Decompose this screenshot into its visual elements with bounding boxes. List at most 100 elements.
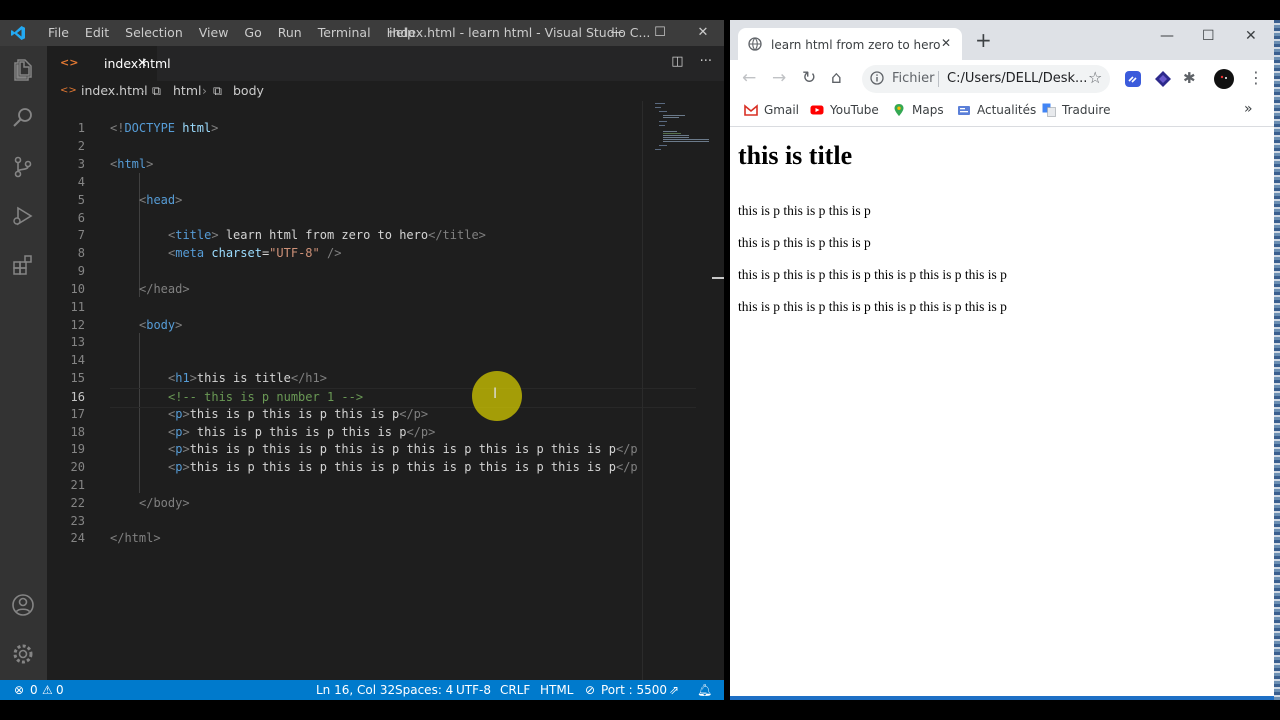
- address-scheme-label: Fichier: [892, 71, 935, 86]
- address-bar[interactable]: Fichier C:/Users/DELL/Desk... ☆: [862, 65, 1110, 93]
- page-heading: this is title: [738, 141, 853, 170]
- browser-bottom-border: [730, 696, 1274, 700]
- account-icon[interactable]: [11, 593, 35, 617]
- status-bar: ⊗ 0 ⚠ 0 Ln 16, Col 32 Spaces: 4 UTF-8 CR…: [0, 680, 724, 700]
- scroll-position-marker: [712, 277, 724, 279]
- back-icon[interactable]: ←: [742, 68, 756, 88]
- tab-close-icon[interactable]: ✕: [137, 55, 147, 70]
- tab-index-html[interactable]: <> index.html ✕: [47, 46, 171, 81]
- minimize-icon[interactable]: —: [597, 20, 637, 46]
- bookmarks-overflow-icon[interactable]: »: [1244, 101, 1253, 117]
- forward-icon[interactable]: →: [772, 68, 786, 88]
- close-window-icon[interactable]: ✕: [683, 20, 723, 46]
- feedback-icon[interactable]: ⇗: [669, 683, 679, 697]
- code-line: 7 <title> learn html from zero to hero</t…: [77, 228, 486, 242]
- code-editor[interactable]: 1 <!DOCTYPE html> 2 3 <html> 4 5 <head> 6 7…: [47, 101, 724, 680]
- element-icon: ⧉: [213, 83, 222, 98]
- menu-file[interactable]: File: [40, 20, 77, 46]
- browser-window: learn html from zero to hero ✕ + — ☐ ✕ ←…: [730, 20, 1274, 696]
- code-line: 3 <html>: [77, 157, 154, 171]
- language-mode[interactable]: HTML: [540, 683, 573, 697]
- warning-icon[interactable]: ⚠: [42, 683, 53, 697]
- browser-tab-close-icon[interactable]: ✕: [941, 36, 951, 50]
- menu-go[interactable]: Go: [236, 20, 269, 46]
- more-actions-icon[interactable]: ···: [700, 54, 712, 69]
- minimize-icon[interactable]: —: [1160, 28, 1174, 44]
- notifications-bell-icon[interactable]: 🔔︎: [697, 683, 712, 697]
- menu-edit[interactable]: Edit: [77, 20, 117, 46]
- warning-count[interactable]: 0: [56, 683, 64, 697]
- minimap[interactable]: [642, 101, 711, 680]
- bookmark-maps[interactable]: Maps: [892, 103, 944, 117]
- gmail-icon: [744, 104, 758, 116]
- error-icon[interactable]: ⊗: [14, 683, 24, 697]
- extension-link-icon[interactable]: [1124, 70, 1142, 88]
- page-paragraph: this is p this is p this is p: [738, 235, 871, 250]
- activity-bar: [0, 46, 47, 680]
- bookmark-label: YouTube: [830, 103, 879, 117]
- bookmark-youtube[interactable]: YouTube: [810, 103, 879, 117]
- chevron-right-icon: ›: [202, 83, 207, 98]
- code-line: 11: [70, 300, 85, 314]
- bookmark-actualites[interactable]: Actualités: [957, 103, 1036, 117]
- home-icon[interactable]: ⌂: [831, 68, 842, 88]
- encoding[interactable]: UTF-8: [456, 683, 491, 697]
- chevron-right-icon: ›: [140, 83, 145, 98]
- source-control-icon[interactable]: [11, 155, 35, 179]
- extensions-icon[interactable]: [11, 253, 35, 277]
- maximize-icon[interactable]: ☐: [1202, 28, 1215, 44]
- element-icon: ⧉: [152, 83, 161, 98]
- code-line: 24 </html>: [70, 531, 161, 545]
- screen-edge-strip: [1274, 20, 1280, 700]
- bookmark-star-icon[interactable]: ☆: [1088, 68, 1102, 87]
- address-separator: [938, 71, 939, 87]
- menu-run[interactable]: Run: [270, 20, 310, 46]
- profile-avatar-icon[interactable]: [1214, 69, 1234, 89]
- browser-toolbar: ← → ↻ ⌂ Fichier C:/Users/DELL/Desk... ☆ …: [730, 60, 1274, 98]
- extensions-puzzle-icon[interactable]: ✱: [1183, 69, 1196, 87]
- run-debug-icon[interactable]: [11, 204, 35, 228]
- extension-diamond-icon[interactable]: [1154, 70, 1172, 88]
- menu-view[interactable]: View: [191, 20, 237, 46]
- page-paragraph: this is p this is p this is p: [738, 203, 871, 218]
- maximize-icon[interactable]: ☐: [640, 20, 680, 46]
- code-line: 12 <body>: [70, 318, 183, 332]
- bookmark-label: Actualités: [977, 103, 1037, 117]
- settings-gear-icon[interactable]: [11, 642, 35, 666]
- code-line: 13: [70, 335, 85, 349]
- browser-tab[interactable]: learn html from zero to hero ✕: [738, 28, 962, 60]
- code-line: 5 <head>: [77, 193, 183, 207]
- error-count[interactable]: 0: [30, 683, 38, 697]
- breadcrumb-file[interactable]: index.html: [81, 83, 148, 98]
- close-window-icon[interactable]: ✕: [1245, 28, 1257, 44]
- vscode-titlebar: File Edit Selection View Go Run Terminal…: [0, 20, 724, 46]
- browser-menu-icon[interactable]: ⋮: [1248, 68, 1264, 87]
- breadcrumb-body[interactable]: body: [233, 83, 264, 98]
- bookmark-label: Traduire: [1062, 103, 1111, 117]
- bookmark-traduire[interactable]: Traduire: [1042, 103, 1110, 117]
- news-icon: [958, 106, 970, 115]
- code-line: 18 <p> this is p this is p this is p</p>: [70, 425, 436, 439]
- split-editor-icon[interactable]: ◫: [671, 54, 683, 69]
- indentation[interactable]: Spaces: 4: [395, 683, 453, 697]
- search-icon[interactable]: [11, 106, 35, 130]
- line-ending[interactable]: CRLF: [500, 683, 530, 697]
- menu-terminal[interactable]: Terminal: [310, 20, 379, 46]
- code-line: 9: [77, 264, 85, 278]
- youtube-icon: [810, 105, 824, 115]
- minimap-preview: [655, 103, 709, 150]
- explorer-icon[interactable]: [11, 58, 35, 82]
- live-server-port[interactable]: Port : 5500: [601, 683, 667, 697]
- address-url[interactable]: C:/Users/DELL/Desk...: [947, 71, 1087, 86]
- bookmark-gmail[interactable]: Gmail: [744, 103, 799, 117]
- cursor-position[interactable]: Ln 16, Col 32: [316, 683, 395, 697]
- code-line-active: 16 <!-- this is p number 1 -->: [71, 388, 696, 408]
- breadcrumb-html[interactable]: html: [173, 83, 201, 98]
- html-file-icon: <>: [60, 56, 79, 69]
- new-tab-icon[interactable]: +: [975, 28, 992, 52]
- reload-icon[interactable]: ↻: [802, 68, 816, 88]
- menu-selection[interactable]: Selection: [117, 20, 191, 46]
- code-line: 1 <!DOCTYPE html>: [77, 121, 219, 135]
- page-paragraph: this is p this is p this is p this is p …: [738, 267, 1007, 282]
- code-line: 21: [70, 478, 85, 492]
